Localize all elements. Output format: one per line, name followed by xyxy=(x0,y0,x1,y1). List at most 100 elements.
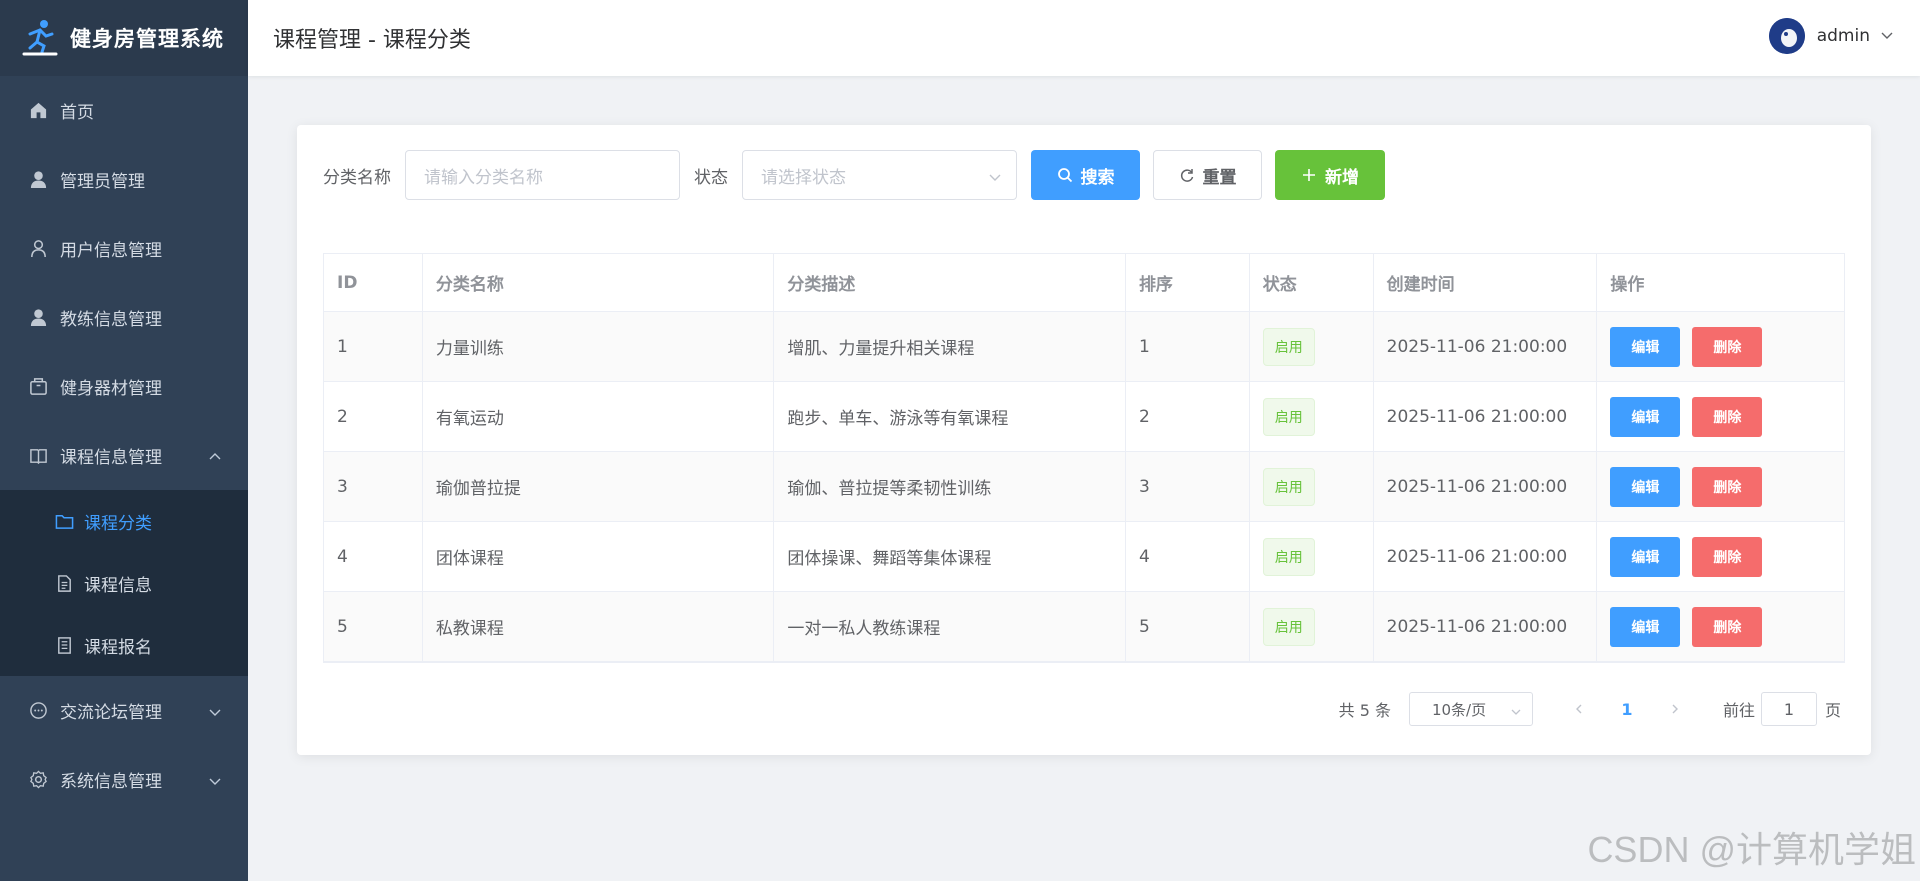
logo[interactable]: 健身房管理系统 xyxy=(0,0,248,76)
pagination: 共 5 条 10条/页 1 前往 1 页 xyxy=(1339,692,1841,726)
search-button[interactable]: 搜索 xyxy=(1031,150,1140,200)
cell-desc: 团体操课、舞蹈等集体课程 xyxy=(774,522,1126,591)
delete-button[interactable]: 删除 xyxy=(1692,606,1763,647)
delete-button[interactable]: 删除 xyxy=(1692,466,1763,507)
edit-button[interactable]: 编辑 xyxy=(1610,326,1681,367)
reset-button[interactable]: 重置 xyxy=(1153,150,1262,200)
chevron-up-icon xyxy=(208,449,222,463)
cell-created: 2025-11-06 21:00:00 xyxy=(1374,382,1598,451)
status-label: 状态 xyxy=(694,167,728,188)
delete-button[interactable]: 删除 xyxy=(1692,326,1763,367)
prev-page-button[interactable] xyxy=(1559,692,1599,726)
status-select[interactable]: 请选择状态 xyxy=(742,150,1017,200)
user-menu[interactable]: admin xyxy=(1768,18,1894,54)
user-filled-icon xyxy=(28,170,48,190)
cell-created: 2025-11-06 21:00:00 xyxy=(1374,522,1598,591)
gear-icon xyxy=(28,770,48,790)
chevron-right-icon xyxy=(1672,704,1678,714)
delete-button[interactable]: 删除 xyxy=(1692,396,1763,437)
cell-id: 2 xyxy=(324,382,423,451)
table-row: 2 有氧运动 跑步、单车、游泳等有氧课程 2 启用 2025-11-06 21:00:00… xyxy=(324,382,1844,452)
status-badge: 启用 xyxy=(1262,607,1315,646)
sidebar-subitem-label: 课程报名 xyxy=(84,637,152,658)
cell-actions: 编辑 删除 xyxy=(1597,452,1844,521)
chevron-left-icon xyxy=(1575,704,1582,714)
sidebar-item-coaches[interactable]: 教练信息管理 xyxy=(0,283,248,352)
page-size-select[interactable]: 10条/页 xyxy=(1408,692,1533,726)
folder-icon xyxy=(54,511,74,531)
goto-page-input[interactable]: 1 xyxy=(1760,692,1817,726)
cell-actions: 编辑 删除 xyxy=(1597,382,1844,451)
page-number-current[interactable]: 1 xyxy=(1607,692,1647,726)
edit-button[interactable]: 编辑 xyxy=(1610,396,1681,437)
table-row: 3 瑜伽普拉提 瑜伽、普拉提等柔韧性训练 3 启用 2025-11-06 21:00:00… xyxy=(324,452,1844,522)
document-icon xyxy=(54,573,74,593)
search-button-label: 搜索 xyxy=(1080,167,1115,188)
cell-sort: 3 xyxy=(1126,452,1250,521)
cell-id: 1 xyxy=(324,312,423,381)
plus-icon xyxy=(1301,167,1317,183)
status-badge: 启用 xyxy=(1262,397,1315,436)
cell-status: 启用 xyxy=(1250,312,1374,381)
edit-button[interactable]: 编辑 xyxy=(1610,466,1681,507)
cell-actions: 编辑 删除 xyxy=(1597,592,1844,661)
list-icon xyxy=(54,635,74,655)
refresh-icon xyxy=(1179,167,1195,183)
chevron-down-icon xyxy=(208,704,222,718)
sidebar-item-home[interactable]: 首页 xyxy=(0,76,248,145)
cell-actions: 编辑 删除 xyxy=(1597,312,1844,381)
sidebar-subitem-course-category[interactable]: 课程分类 xyxy=(0,490,248,552)
table-row: 1 力量训练 增肌、力量提升相关课程 1 启用 2025-11-06 21:00:00 编辑… xyxy=(324,312,1844,382)
edit-button[interactable]: 编辑 xyxy=(1610,536,1681,577)
sidebar-item-label: 管理员管理 xyxy=(60,172,145,192)
column-header: 状态 xyxy=(1250,254,1374,311)
home-icon xyxy=(28,101,48,121)
chat-icon xyxy=(28,701,48,721)
sidebar-item-forum[interactable]: 交流论坛管理 xyxy=(0,676,248,745)
sidebar-item-system[interactable]: 系统信息管理 xyxy=(0,745,248,814)
cell-status: 启用 xyxy=(1250,452,1374,521)
column-header: 操作 xyxy=(1610,275,1645,295)
user-filled-icon xyxy=(28,308,48,328)
sidebar-item-users[interactable]: 用户信息管理 xyxy=(0,214,248,283)
category-name-placeholder: 请输入分类名称 xyxy=(424,167,543,188)
sidebar-item-equipment[interactable]: 健身器材管理 xyxy=(0,352,248,421)
next-page-button[interactable] xyxy=(1655,692,1695,726)
cell-sort: 2 xyxy=(1126,382,1250,451)
delete-button[interactable]: 删除 xyxy=(1692,536,1763,577)
top-header: 课程管理 - 课程分类 admin xyxy=(248,0,1920,76)
cell-created: 2025-11-06 21:00:00 xyxy=(1374,452,1598,521)
cell-status: 启用 xyxy=(1250,382,1374,451)
table-header: ID 分类名称 分类描述 排序 状态 创建时间 操作 xyxy=(324,254,1844,312)
category-name-label: 分类名称 xyxy=(323,167,391,188)
cell-desc: 跑步、单车、游泳等有氧课程 xyxy=(774,382,1126,451)
add-button-label: 新增 xyxy=(1325,167,1359,188)
category-name-input[interactable]: 请输入分类名称 xyxy=(405,150,680,200)
cell-name: 团体课程 xyxy=(423,522,775,591)
sidebar-item-admin[interactable]: 管理员管理 xyxy=(0,145,248,214)
cell-id: 4 xyxy=(324,522,423,591)
edit-button[interactable]: 编辑 xyxy=(1610,606,1681,647)
avatar[interactable] xyxy=(1768,18,1805,54)
content-card: 分类名称 请输入分类名称 状态 请选择状态 搜索 重置 新增 ID 分类名称 分… xyxy=(297,125,1871,755)
page-title: 课程管理 - 课程分类 xyxy=(273,28,471,53)
sidebar-subitem-label: 课程信息 xyxy=(84,575,152,596)
sidebar-item-courses[interactable]: 课程信息管理 xyxy=(0,421,248,490)
cell-desc: 增肌、力量提升相关课程 xyxy=(774,312,1126,381)
app-title: 健身房管理系统 xyxy=(70,27,224,51)
box-icon xyxy=(28,377,48,397)
sidebar-subitem-course-info[interactable]: 课程信息 xyxy=(0,552,248,614)
cell-desc: 一对一私人教练课程 xyxy=(774,592,1126,661)
goto-label: 前往 xyxy=(1722,701,1755,720)
column-header: 分类描述 xyxy=(774,254,1126,311)
sidebar-subitem-course-signup[interactable]: 课程报名 xyxy=(0,614,248,676)
sidebar-item-label: 首页 xyxy=(60,103,94,123)
username: admin xyxy=(1816,26,1870,46)
search-icon xyxy=(1057,167,1073,183)
cell-name: 有氧运动 xyxy=(423,382,775,451)
add-button[interactable]: 新增 xyxy=(1275,150,1385,200)
sidebar-subitem-label: 课程分类 xyxy=(84,513,152,534)
cell-name: 力量训练 xyxy=(423,312,775,381)
chevron-down-icon xyxy=(208,773,222,787)
watermark: CSDN @计算机学姐 xyxy=(1587,829,1916,870)
